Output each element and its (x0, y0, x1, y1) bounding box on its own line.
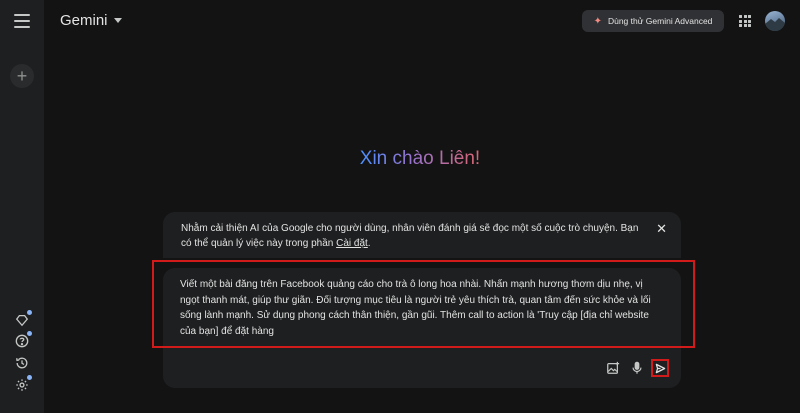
plus-icon: + (16, 66, 28, 86)
image-upload-button[interactable] (605, 360, 621, 376)
prompt-input[interactable]: Viết một bài đăng trên Facebook quảng cá… (166, 277, 678, 339)
gem-icon (15, 314, 29, 327)
help-button[interactable] (14, 331, 32, 349)
mic-button[interactable] (629, 360, 645, 376)
privacy-notice: Nhằm cải thiện AI của Google cho người d… (163, 212, 681, 258)
settings-button[interactable] (14, 375, 32, 393)
close-icon[interactable]: ✕ (656, 221, 667, 236)
send-icon (655, 363, 665, 373)
notice-text: Nhằm cải thiện AI của Google cho người d… (181, 223, 639, 249)
apps-grid-icon[interactable] (739, 15, 751, 27)
greeting-text: Xin chào Liên! (359, 148, 481, 169)
notification-dot (27, 375, 32, 380)
menu-icon[interactable] (14, 14, 30, 28)
notification-dot (27, 331, 32, 336)
gems-button[interactable] (14, 310, 32, 328)
send-button[interactable] (651, 359, 669, 377)
side-rail: + (0, 0, 44, 413)
gear-icon (16, 379, 28, 391)
model-switcher[interactable]: Gemini (60, 12, 122, 29)
chevron-down-icon (113, 18, 122, 23)
new-chat-button[interactable]: + (10, 64, 34, 88)
sparkle-icon: ✦ (593, 15, 602, 27)
avatar[interactable] (765, 11, 785, 31)
image-upload-icon (607, 361, 620, 374)
history-icon (16, 357, 28, 369)
settings-link[interactable]: Cài đặt (336, 238, 368, 249)
try-advanced-label: Dùng thử Gemini Advanced (607, 16, 713, 26)
try-advanced-button[interactable]: ✦ Dùng thử Gemini Advanced (582, 10, 724, 32)
activity-button[interactable] (14, 355, 30, 371)
app-title: Gemini (60, 12, 108, 29)
greeting: Xin chào Liên! (20, 148, 800, 170)
notice-end: . (367, 238, 371, 249)
mic-icon (632, 361, 642, 374)
notification-dot (27, 310, 32, 315)
help-icon (15, 334, 29, 348)
